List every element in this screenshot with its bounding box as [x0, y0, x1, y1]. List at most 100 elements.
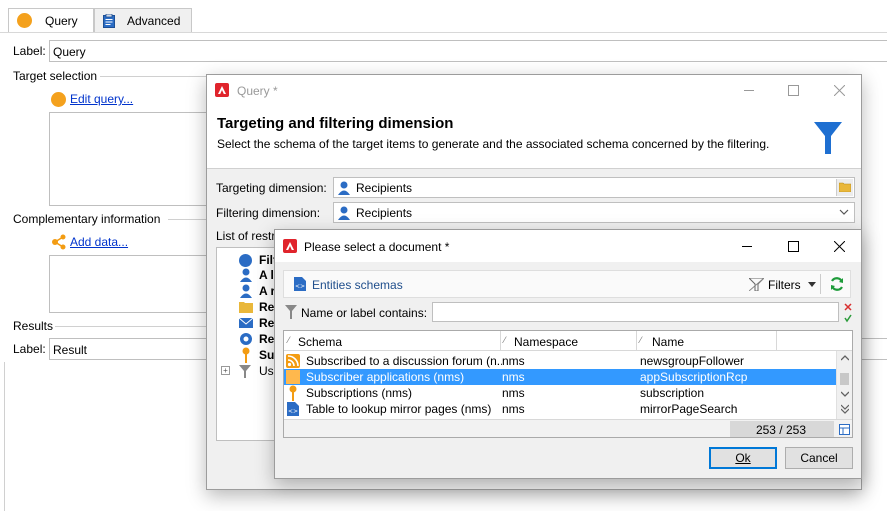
filtering-caption: Filtering dimension: — [216, 206, 321, 220]
adobe-logo-icon — [215, 83, 229, 97]
column-divider[interactable] — [636, 331, 637, 351]
table-footer: 253 / 253 — [284, 419, 852, 437]
person-icon — [240, 284, 252, 298]
maximize-button[interactable] — [771, 75, 815, 105]
recipient-icon — [338, 206, 350, 220]
tab-bar: Query Advanced — [4, 6, 192, 32]
select-dialog-titlebar: Please select a document * — [275, 230, 861, 262]
label-caption: Label: — [13, 44, 46, 58]
tab-query-label: Query — [45, 14, 78, 28]
name-filter-input[interactable] — [432, 302, 839, 322]
result-label-caption: Label: — [13, 342, 46, 356]
targeting-folder-button[interactable] — [836, 179, 853, 196]
tab-advanced[interactable]: Advanced — [94, 8, 192, 32]
grid-config-icon[interactable] — [839, 424, 850, 435]
count-box: 253 / 253 — [730, 421, 834, 437]
subscription-icon — [242, 347, 250, 363]
ok-button[interactable]: Ok — [709, 447, 777, 469]
table-icon: <> — [287, 402, 299, 416]
subscriber-app-icon — [286, 370, 300, 384]
filters-label[interactable]: Filters — [768, 278, 801, 292]
data-preview-box — [49, 255, 209, 313]
vertical-scrollbar[interactable] — [836, 351, 852, 419]
query-preview-box — [49, 112, 209, 206]
table-row[interactable]: Subscriptions (nms) nms subscription — [284, 385, 836, 401]
results-divider — [55, 326, 210, 327]
entities-schema-icon: <> — [294, 277, 306, 291]
minimize-button[interactable] — [727, 75, 771, 105]
maximize-icon — [787, 84, 799, 96]
edit-query-link[interactable]: Edit query... — [70, 92, 133, 106]
targeting-dimension-field[interactable]: Recipients — [333, 177, 855, 198]
column-namespace[interactable]: Namespace — [514, 335, 578, 349]
filters-icon — [749, 278, 764, 291]
table-header: ⁄ Schema ⁄ Namespace ⁄ Name — [284, 331, 852, 351]
close-button[interactable] — [817, 230, 861, 262]
column-divider[interactable] — [500, 331, 501, 351]
schemas-toolbar: <> Entities schemas Filters — [283, 270, 851, 298]
maximize-icon — [787, 240, 799, 252]
toolbar-separator — [820, 274, 821, 294]
lifebuoy-icon — [240, 333, 252, 345]
folder-icon — [839, 182, 851, 192]
query-dialog-description: Select the schema of the target items to… — [217, 137, 770, 151]
scroll-end-icon[interactable] — [841, 404, 849, 414]
scroll-thumb[interactable] — [840, 373, 849, 385]
entities-schemas-label[interactable]: Entities schemas — [312, 278, 403, 292]
filtering-dimension-select[interactable]: Recipients — [333, 202, 855, 223]
table-row[interactable]: <> Table to lookup mirror pages (nms) nm… — [284, 401, 836, 417]
close-icon — [833, 84, 845, 96]
expand-toggle-icon[interactable]: + — [221, 366, 230, 375]
clear-filter-icon[interactable] — [843, 302, 853, 324]
target-selection-heading: Target selection — [13, 69, 98, 83]
share-icon — [52, 234, 66, 250]
label-input[interactable]: Query — [49, 40, 887, 62]
tab-underline — [0, 32, 887, 33]
target-selection-divider — [100, 76, 210, 77]
cancel-button[interactable]: Cancel — [785, 447, 853, 469]
name-filter-funnel-icon — [285, 305, 297, 319]
targeting-value: Recipients — [356, 181, 413, 195]
minimize-icon — [741, 245, 752, 247]
column-name[interactable]: Name — [652, 335, 684, 349]
edit-query-icon — [51, 92, 66, 107]
result-label-value: Result — [53, 343, 88, 357]
add-data-link[interactable]: Add data... — [70, 235, 128, 249]
maximize-button[interactable] — [771, 230, 815, 262]
complementary-divider — [168, 219, 208, 220]
query-dialog-titlebar: Query * — [207, 75, 861, 105]
sort-indicator-icon: ⁄ — [640, 335, 642, 345]
scroll-down-icon[interactable] — [841, 391, 849, 397]
name-filter-caption: Name or label contains: — [301, 306, 428, 320]
targeting-caption: Targeting dimension: — [216, 181, 327, 195]
table-row-selected[interactable]: Subscriber applications (nms) nms appSub… — [284, 369, 836, 385]
refresh-icon[interactable] — [829, 276, 845, 292]
column-divider[interactable] — [776, 331, 777, 351]
sort-indicator-icon: ⁄ — [288, 335, 290, 345]
cancel-button-label: Cancel — [800, 451, 838, 465]
close-icon — [833, 240, 845, 252]
subscription-icon — [289, 385, 297, 401]
filter-people-icon — [239, 254, 252, 267]
ok-button-label: Ok — [735, 451, 751, 465]
minimize-button[interactable] — [725, 230, 769, 262]
funnel-icon — [814, 122, 842, 154]
select-document-dialog: Please select a document * <> Entities s… — [274, 229, 862, 479]
envelope-icon — [239, 318, 253, 328]
query-tab-icon — [17, 13, 32, 28]
close-button[interactable] — [817, 75, 861, 105]
restrictions-caption: List of restr — [216, 229, 276, 243]
results-heading: Results — [13, 319, 54, 333]
adobe-logo-icon — [283, 239, 297, 253]
folder-people-icon — [239, 302, 253, 313]
rss-icon — [286, 354, 300, 368]
chevron-down-icon[interactable] — [839, 209, 849, 216]
scroll-up-icon[interactable] — [841, 355, 849, 361]
tab-query[interactable]: Query — [8, 8, 94, 32]
select-dialog-title: Please select a document * — [304, 240, 450, 254]
column-schema[interactable]: Schema — [298, 335, 342, 349]
chevron-down-icon[interactable] — [808, 282, 816, 287]
table-row[interactable]: Subscribed to a discussion forum (n... n… — [284, 353, 836, 369]
tab-advanced-label: Advanced — [127, 14, 181, 28]
schema-table: ⁄ Schema ⁄ Namespace ⁄ Name Subscribed t… — [283, 330, 853, 438]
